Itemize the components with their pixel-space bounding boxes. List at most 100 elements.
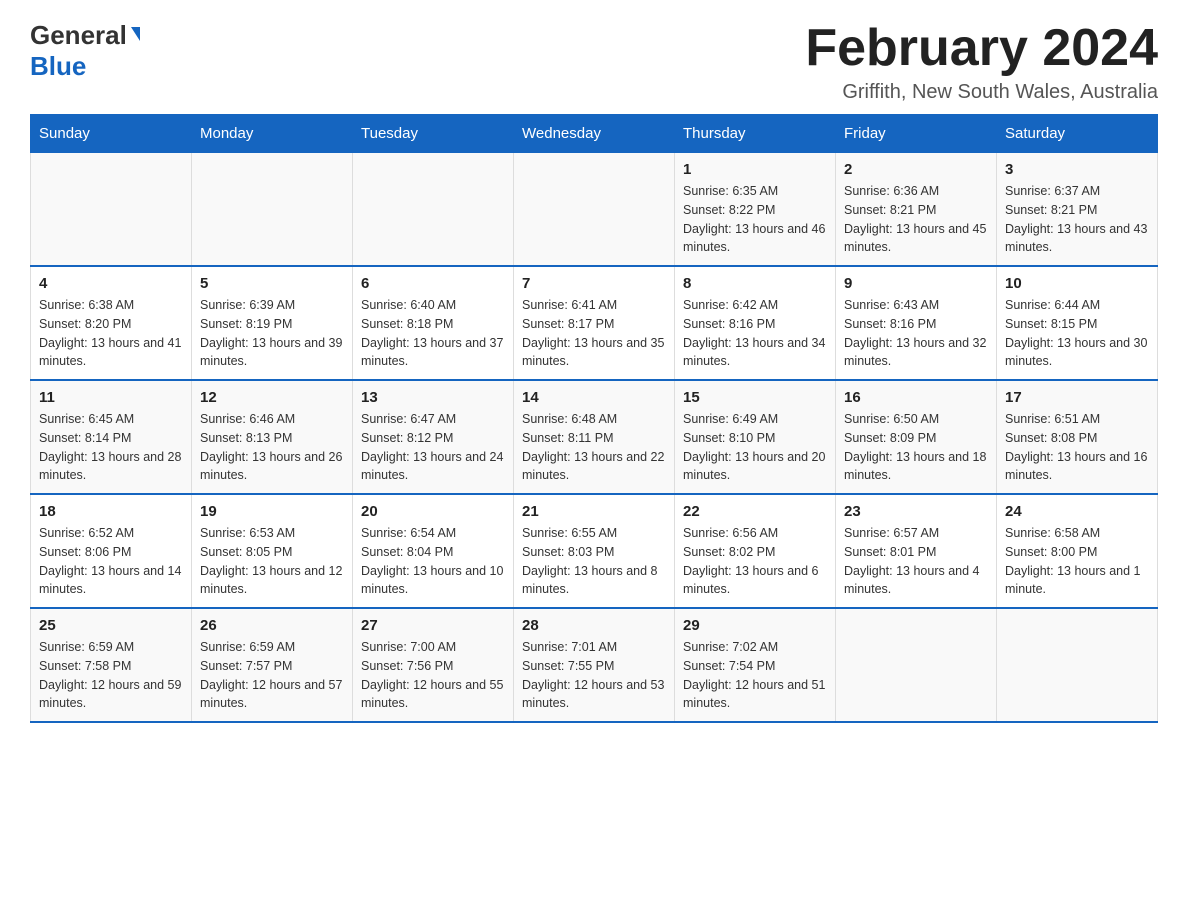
day-info: Sunrise: 6:39 AM Sunset: 8:19 PM Dayligh… — [200, 296, 344, 371]
calendar-header-row: SundayMondayTuesdayWednesdayThursdayFrid… — [31, 115, 1158, 153]
day-info: Sunrise: 6:36 AM Sunset: 8:21 PM Dayligh… — [844, 182, 988, 257]
calendar-cell: 8 Sunrise: 6:42 AM Sunset: 8:16 PM Daylig… — [675, 266, 836, 380]
calendar-week-row: 25Sunrise: 6:59 AM Sunset: 7:58 PM Dayli… — [31, 608, 1158, 722]
calendar-cell: 16 Sunrise: 6:50 AM Sunset: 8:09 PM Dayli… — [836, 380, 997, 494]
day-info: Sunrise: 6:58 AM Sunset: 8:00 PM Dayligh… — [1005, 524, 1149, 599]
day-info: Sunrise: 6:45 AM Sunset: 8:14 PM Dayligh… — [39, 410, 183, 485]
day-info: Sunrise: 6:51 AM Sunset: 8:08 PM Dayligh… — [1005, 410, 1149, 485]
day-number: 21 — [522, 503, 666, 520]
day-number: 13 — [361, 389, 505, 406]
day-number: 4 — [39, 275, 183, 292]
day-info: Sunrise: 6:56 AM Sunset: 8:02 PM Dayligh… — [683, 524, 827, 599]
day-info: Sunrise: 6:40 AM Sunset: 8:18 PM Dayligh… — [361, 296, 505, 371]
calendar-cell: 15 Sunrise: 6:49 AM Sunset: 8:10 PM Dayli… — [675, 380, 836, 494]
day-number: 24 — [1005, 503, 1149, 520]
calendar-cell: 2 Sunrise: 6:36 AM Sunset: 8:21 PM Daylig… — [836, 153, 997, 267]
calendar-week-row: 1 Sunrise: 6:35 AM Sunset: 8:22 PM Daylig… — [31, 153, 1158, 267]
page-subtitle: Griffith, New South Wales, Australia — [805, 81, 1158, 104]
calendar-cell: 28 Sunrise: 7:01 AM Sunset: 7:55 PM Dayli… — [514, 608, 675, 722]
day-number: 2 — [844, 161, 988, 178]
day-number: 23 — [844, 503, 988, 520]
calendar-table: SundayMondayTuesdayWednesdayThursdayFrid… — [30, 114, 1158, 723]
calendar-cell: 1 Sunrise: 6:35 AM Sunset: 8:22 PM Daylig… — [675, 153, 836, 267]
calendar-cell — [836, 608, 997, 722]
day-info: Sunrise: 6:37 AM Sunset: 8:21 PM Dayligh… — [1005, 182, 1149, 257]
day-number: 10 — [1005, 275, 1149, 292]
calendar-cell: 27Sunrise: 7:00 AM Sunset: 7:56 PM Dayli… — [353, 608, 514, 722]
day-number: 12 — [200, 389, 344, 406]
calendar-cell — [514, 153, 675, 267]
calendar-cell: 17Sunrise: 6:51 AM Sunset: 8:08 PM Dayli… — [997, 380, 1158, 494]
calendar-cell: 3 Sunrise: 6:37 AM Sunset: 8:21 PM Daylig… — [997, 153, 1158, 267]
calendar-cell: 18Sunrise: 6:52 AM Sunset: 8:06 PM Dayli… — [31, 494, 192, 608]
day-info: Sunrise: 6:42 AM Sunset: 8:16 PM Dayligh… — [683, 296, 827, 371]
day-number: 5 — [200, 275, 344, 292]
header-tuesday: Tuesday — [353, 115, 514, 153]
logo-blue-text: Blue — [30, 51, 86, 82]
day-number: 25 — [39, 617, 183, 634]
day-number: 29 — [683, 617, 827, 634]
day-info: Sunrise: 6:52 AM Sunset: 8:06 PM Dayligh… — [39, 524, 183, 599]
day-number: 7 — [522, 275, 666, 292]
header-wednesday: Wednesday — [514, 115, 675, 153]
day-info: Sunrise: 6:49 AM Sunset: 8:10 PM Dayligh… — [683, 410, 827, 485]
day-number: 16 — [844, 389, 988, 406]
calendar-cell — [31, 153, 192, 267]
page-title: February 2024 — [805, 20, 1158, 77]
header-thursday: Thursday — [675, 115, 836, 153]
day-number: 26 — [200, 617, 344, 634]
calendar-cell: 14Sunrise: 6:48 AM Sunset: 8:11 PM Dayli… — [514, 380, 675, 494]
calendar-week-row: 4 Sunrise: 6:38 AM Sunset: 8:20 PM Daylig… — [31, 266, 1158, 380]
calendar-cell: 22Sunrise: 6:56 AM Sunset: 8:02 PM Dayli… — [675, 494, 836, 608]
calendar-cell — [997, 608, 1158, 722]
day-info: Sunrise: 6:38 AM Sunset: 8:20 PM Dayligh… — [39, 296, 183, 371]
day-info: Sunrise: 7:01 AM Sunset: 7:55 PM Dayligh… — [522, 638, 666, 713]
day-info: Sunrise: 6:59 AM Sunset: 7:57 PM Dayligh… — [200, 638, 344, 713]
calendar-cell: 29 Sunrise: 7:02 AM Sunset: 7:54 PM Dayli… — [675, 608, 836, 722]
calendar-cell: 4 Sunrise: 6:38 AM Sunset: 8:20 PM Daylig… — [31, 266, 192, 380]
logo-triangle-icon — [131, 27, 140, 41]
calendar-cell: 20Sunrise: 6:54 AM Sunset: 8:04 PM Dayli… — [353, 494, 514, 608]
calendar-cell: 10 Sunrise: 6:44 AM Sunset: 8:15 PM Dayli… — [997, 266, 1158, 380]
day-info: Sunrise: 6:35 AM Sunset: 8:22 PM Dayligh… — [683, 182, 827, 257]
calendar-cell: 5 Sunrise: 6:39 AM Sunset: 8:19 PM Daylig… — [192, 266, 353, 380]
calendar-cell: 26 Sunrise: 6:59 AM Sunset: 7:57 PM Dayli… — [192, 608, 353, 722]
header-monday: Monday — [192, 115, 353, 153]
day-number: 8 — [683, 275, 827, 292]
day-info: Sunrise: 6:47 AM Sunset: 8:12 PM Dayligh… — [361, 410, 505, 485]
calendar-cell: 24 Sunrise: 6:58 AM Sunset: 8:00 PM Dayli… — [997, 494, 1158, 608]
day-number: 6 — [361, 275, 505, 292]
calendar-cell: 19Sunrise: 6:53 AM Sunset: 8:05 PM Dayli… — [192, 494, 353, 608]
header-saturday: Saturday — [997, 115, 1158, 153]
calendar-week-row: 18Sunrise: 6:52 AM Sunset: 8:06 PM Dayli… — [31, 494, 1158, 608]
header-friday: Friday — [836, 115, 997, 153]
day-info: Sunrise: 6:50 AM Sunset: 8:09 PM Dayligh… — [844, 410, 988, 485]
day-number: 15 — [683, 389, 827, 406]
day-info: Sunrise: 7:02 AM Sunset: 7:54 PM Dayligh… — [683, 638, 827, 713]
day-info: Sunrise: 6:54 AM Sunset: 8:04 PM Dayligh… — [361, 524, 505, 599]
day-info: Sunrise: 6:43 AM Sunset: 8:16 PM Dayligh… — [844, 296, 988, 371]
day-number: 28 — [522, 617, 666, 634]
calendar-cell: 13 Sunrise: 6:47 AM Sunset: 8:12 PM Dayli… — [353, 380, 514, 494]
calendar-cell: 11 Sunrise: 6:45 AM Sunset: 8:14 PM Dayli… — [31, 380, 192, 494]
calendar-week-row: 11 Sunrise: 6:45 AM Sunset: 8:14 PM Dayli… — [31, 380, 1158, 494]
day-info: Sunrise: 6:46 AM Sunset: 8:13 PM Dayligh… — [200, 410, 344, 485]
day-info: Sunrise: 7:00 AM Sunset: 7:56 PM Dayligh… — [361, 638, 505, 713]
logo: General Blue — [30, 20, 140, 82]
calendar-cell — [192, 153, 353, 267]
calendar-cell: 23Sunrise: 6:57 AM Sunset: 8:01 PM Dayli… — [836, 494, 997, 608]
calendar-cell — [353, 153, 514, 267]
day-info: Sunrise: 6:53 AM Sunset: 8:05 PM Dayligh… — [200, 524, 344, 599]
day-number: 11 — [39, 389, 183, 406]
day-number: 3 — [1005, 161, 1149, 178]
day-number: 14 — [522, 389, 666, 406]
day-info: Sunrise: 6:44 AM Sunset: 8:15 PM Dayligh… — [1005, 296, 1149, 371]
title-block: February 2024 Griffith, New South Wales,… — [805, 20, 1158, 104]
day-number: 9 — [844, 275, 988, 292]
day-info: Sunrise: 6:41 AM Sunset: 8:17 PM Dayligh… — [522, 296, 666, 371]
day-number: 1 — [683, 161, 827, 178]
day-info: Sunrise: 6:55 AM Sunset: 8:03 PM Dayligh… — [522, 524, 666, 599]
calendar-cell: 7 Sunrise: 6:41 AM Sunset: 8:17 PM Daylig… — [514, 266, 675, 380]
header-sunday: Sunday — [31, 115, 192, 153]
page-header: General Blue February 2024 Griffith, New… — [30, 20, 1158, 104]
